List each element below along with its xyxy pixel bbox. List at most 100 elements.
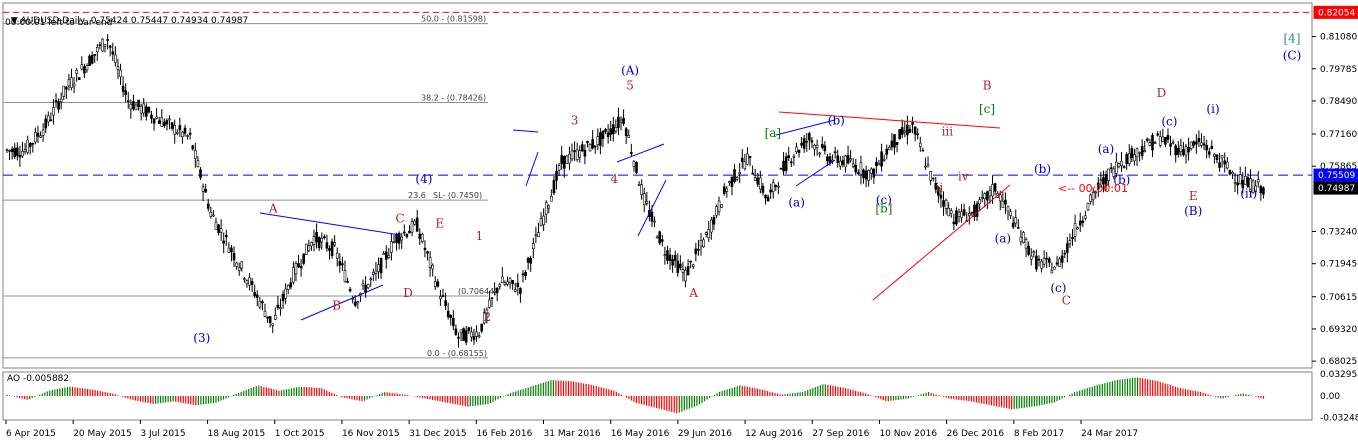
candle-body <box>862 169 865 179</box>
candle-body <box>1182 149 1185 156</box>
y-tick-label: 0.68025 <box>1320 357 1357 367</box>
candle-body <box>390 241 393 253</box>
wave-label: (c) <box>1161 115 1177 129</box>
candle-body <box>121 85 125 92</box>
candle-body <box>315 232 318 243</box>
candle-body <box>800 142 803 146</box>
candle-body <box>1066 243 1069 253</box>
candle-body <box>441 295 445 297</box>
candle-body <box>317 237 321 249</box>
candle-body <box>784 156 788 171</box>
wave-label: iii <box>942 125 954 139</box>
candle-body <box>893 134 896 148</box>
wave-label: (a) <box>1098 142 1115 156</box>
candle-body <box>142 103 146 114</box>
candle-body <box>596 136 600 145</box>
candle-body <box>906 124 909 136</box>
candle-body <box>534 234 538 237</box>
candle-body <box>846 155 850 164</box>
candle-body <box>495 287 499 293</box>
candle-body <box>578 150 582 158</box>
y-tick-label: 0.79785 <box>1320 65 1357 75</box>
candle-body <box>748 155 752 159</box>
candle-body <box>673 255 677 261</box>
candle-body <box>611 124 615 135</box>
candle-body <box>431 264 434 270</box>
candle-body <box>217 224 220 233</box>
candle-body <box>21 150 24 157</box>
candle-body <box>1011 222 1015 228</box>
candle-body <box>697 248 700 251</box>
candle-body <box>869 168 873 174</box>
trendline <box>872 184 1011 301</box>
wave-label: ii <box>936 180 944 194</box>
candle-body <box>230 247 233 253</box>
candle-body <box>689 260 692 263</box>
candle-body <box>555 170 558 181</box>
candle-body <box>942 200 945 207</box>
candle-body <box>83 66 86 74</box>
candle-body <box>949 210 953 214</box>
candle-body <box>52 107 55 116</box>
candle-body <box>400 236 404 241</box>
candle-body <box>157 120 161 124</box>
candle-body <box>1122 166 1126 168</box>
candle-body <box>952 221 956 225</box>
candle-body <box>833 151 837 154</box>
candle-body <box>769 189 772 193</box>
candle-body <box>532 243 535 249</box>
candle-body <box>196 160 200 168</box>
trendline <box>616 143 665 163</box>
candle-body <box>640 184 643 195</box>
candle-body <box>289 282 293 288</box>
candle-body <box>106 39 109 41</box>
y-tick-label: 0.71945 <box>1320 260 1357 270</box>
y-tick-label: 0.81080 <box>1320 33 1357 43</box>
candle-body <box>328 248 331 251</box>
candle-body <box>1262 187 1265 195</box>
x-tick-label: 26 Dec 2016 <box>947 429 1005 439</box>
candle-body <box>1187 147 1190 153</box>
candle-body <box>970 211 974 214</box>
candle-body <box>599 132 602 146</box>
candle-body <box>421 233 424 242</box>
candle-body <box>795 146 798 152</box>
candle-body <box>413 220 416 225</box>
candle-body <box>101 38 104 52</box>
candle-body <box>704 232 708 235</box>
candle-body <box>759 177 762 190</box>
candle-body <box>854 164 858 173</box>
candle-body <box>586 140 589 144</box>
candle-body <box>1068 240 1072 245</box>
candle-body <box>39 135 42 138</box>
candle-body <box>983 193 987 199</box>
candle-body <box>129 103 133 110</box>
candle-body <box>237 267 241 271</box>
candle-body <box>449 314 453 319</box>
candle-body <box>1164 136 1167 145</box>
wave-label: (A) <box>621 64 639 78</box>
candle-body <box>462 328 465 341</box>
candle-body <box>1063 252 1067 255</box>
candle-body <box>872 168 876 178</box>
candle-body <box>93 54 97 56</box>
candle-body <box>255 294 259 298</box>
candle-body <box>181 131 184 137</box>
candle-body <box>34 131 37 143</box>
candle-body <box>346 281 349 283</box>
ao-tick-label: -0.032482 <box>1320 414 1358 424</box>
candle-body <box>511 280 514 285</box>
candle-body <box>836 155 840 164</box>
candle-body <box>212 214 215 217</box>
wave-label: [c] <box>979 102 995 116</box>
candle-body <box>962 209 966 216</box>
x-tick-label: 3 Jul 2015 <box>140 429 185 439</box>
wave-label: (b) <box>1034 162 1051 176</box>
candle-body <box>271 323 275 326</box>
wave-label: D <box>403 286 413 300</box>
wave-label: B <box>983 79 992 93</box>
candle-body <box>67 79 71 87</box>
candle-body <box>1202 143 1206 146</box>
candle-body <box>392 241 396 243</box>
candle-body <box>114 54 117 63</box>
